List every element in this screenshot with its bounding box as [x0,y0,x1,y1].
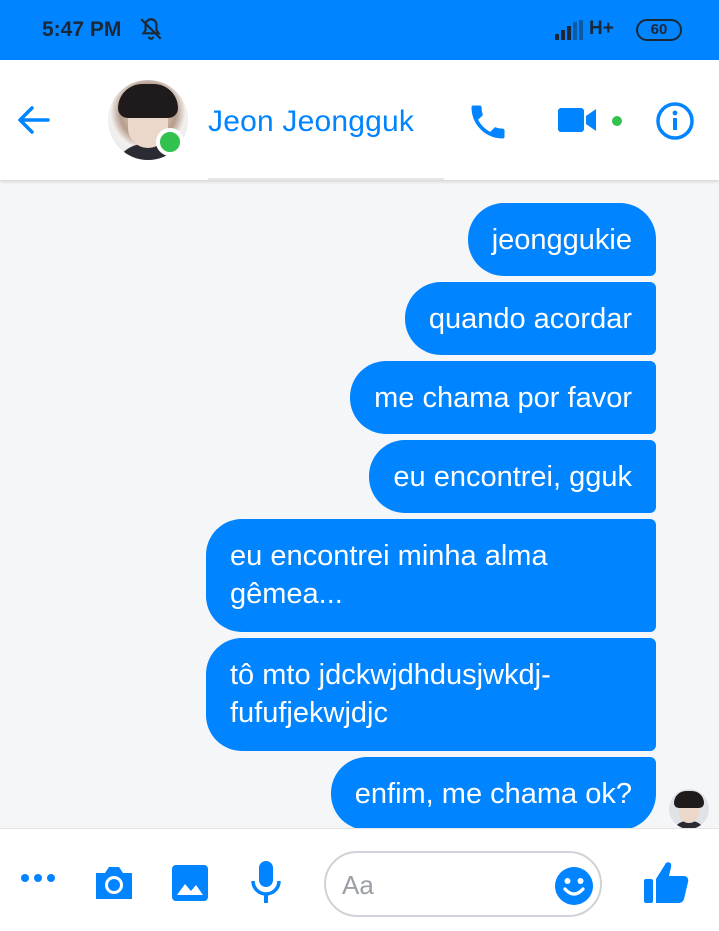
message-bubble[interactable]: eu encontrei minha alma gêmea... [206,519,656,632]
camera-icon[interactable] [92,863,136,903]
microphone-icon[interactable] [250,859,282,905]
composer-bar: Aa [0,828,719,931]
network-type: H+ [589,18,614,39]
status-bar: 5:47 PM H+ 60 [0,0,719,60]
contact-name[interactable]: Jeon Jeongguk [208,105,414,139]
message-bubble[interactable]: quando acordar [404,282,656,355]
video-camera-icon[interactable] [556,104,598,136]
mute-notifications-icon [140,18,162,40]
message-bubble[interactable]: tô mto jdckwjdhdusjwkdj-fufufjekwjdjc [206,638,656,751]
message-input-placeholder: Aa [342,870,374,900]
message-bubble[interactable]: eu encontrei, gguk [369,440,656,513]
message-input[interactable]: Aa [324,851,602,917]
online-status-dot [156,128,184,156]
conversation-header: Jeon Jeongguk [0,60,719,180]
status-time: 5:47 PM [42,18,122,41]
battery-level: 60 [650,21,668,38]
gallery-icon[interactable] [170,863,210,903]
more-icon[interactable] [18,871,58,885]
signal-icon [555,20,583,40]
battery-icon: 60 [636,19,682,41]
message-list[interactable]: jeonggukie quando acordar me chama por f… [0,180,719,830]
video-available-dot [612,116,622,126]
emoji-icon[interactable] [554,866,594,906]
message-bubble[interactable]: enfim, me chama ok? [330,757,656,830]
info-icon[interactable] [655,101,695,141]
message-bubble[interactable]: jeonggukie [467,203,656,276]
seen-avatar [669,789,709,829]
message-bubble[interactable]: me chama por favor [350,361,656,434]
thumbs-up-icon[interactable] [642,859,690,905]
phone-icon[interactable] [466,100,510,144]
back-arrow-icon[interactable] [14,100,54,140]
